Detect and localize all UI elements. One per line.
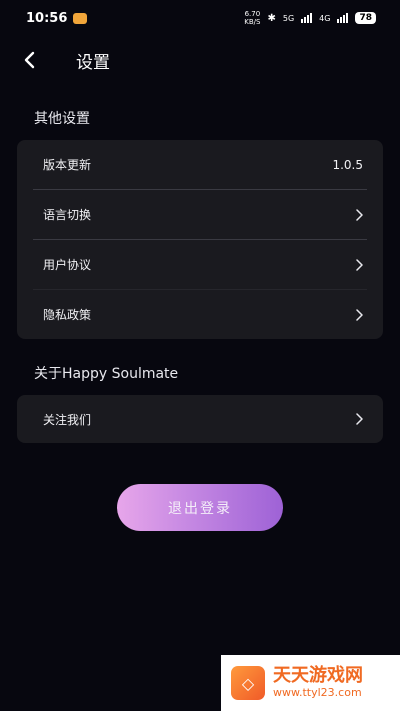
battery-icon: 78 (355, 12, 376, 24)
title-bar: 设置 (0, 40, 400, 80)
version-value: 1.0.5 (332, 157, 363, 172)
notification-app-icon (73, 12, 88, 24)
net-speed: 6.70 KB/S (244, 10, 260, 26)
other-settings-card: 版本更新 1.0.5 语言切换 用户协议 隐私政策 (17, 140, 383, 339)
row-label: 用户协议 (43, 258, 92, 272)
chevron-right-icon (355, 258, 363, 271)
language-switch-row[interactable]: 语言切换 (17, 190, 383, 239)
watermark-url: www.ttyl23.com (273, 686, 362, 699)
back-button[interactable] (18, 48, 42, 72)
user-agreement-row[interactable]: 用户协议 (17, 240, 383, 289)
row-label: 版本更新 (43, 158, 92, 172)
chevron-left-icon (24, 51, 35, 69)
watermark-text: 天天游戏网 www.ttyl23.com (273, 666, 363, 700)
about-card: 关注我们 (17, 395, 383, 443)
privacy-policy-row[interactable]: 隐私政策 (17, 290, 383, 339)
net-speed-unit: KB/S (244, 18, 261, 26)
follow-us-row[interactable]: 关注我们 (17, 395, 383, 443)
page-title: 设置 (76, 53, 110, 73)
row-label: 语言切换 (43, 208, 92, 222)
network-label-1: 5G (282, 13, 295, 23)
section-title-about: 关于Happy Soulmate (34, 366, 179, 382)
signal-icon (301, 13, 313, 23)
network-label-2: 4G (319, 13, 331, 23)
status-right: 6.70 KB/S ✱ 5G 4G 78 (244, 10, 376, 26)
net-speed-value: 6.70 (244, 10, 261, 18)
status-bar: 10:56 6.70 KB/S ✱ 5G 4G 78 (0, 0, 400, 36)
bluetooth-icon: ✱ (267, 12, 276, 24)
chevron-right-icon (355, 308, 363, 321)
section-title-other-settings: 其他设置 (34, 111, 90, 127)
watermark-logo-icon: ◇ (231, 666, 265, 700)
status-time: 10:56 (26, 10, 68, 26)
watermark-title: 天天游戏网 (273, 665, 363, 686)
status-left: 10:56 (26, 10, 88, 26)
chevron-right-icon (355, 413, 363, 425)
signal-icon-2 (337, 13, 349, 23)
row-label: 关注我们 (43, 412, 92, 427)
chevron-right-icon (355, 208, 363, 221)
row-label: 隐私政策 (43, 308, 92, 322)
watermark: ◇ 天天游戏网 www.ttyl23.com (221, 655, 400, 711)
version-update-row[interactable]: 版本更新 1.0.5 (17, 140, 383, 189)
logout-button[interactable]: 退出登录 (117, 484, 283, 531)
